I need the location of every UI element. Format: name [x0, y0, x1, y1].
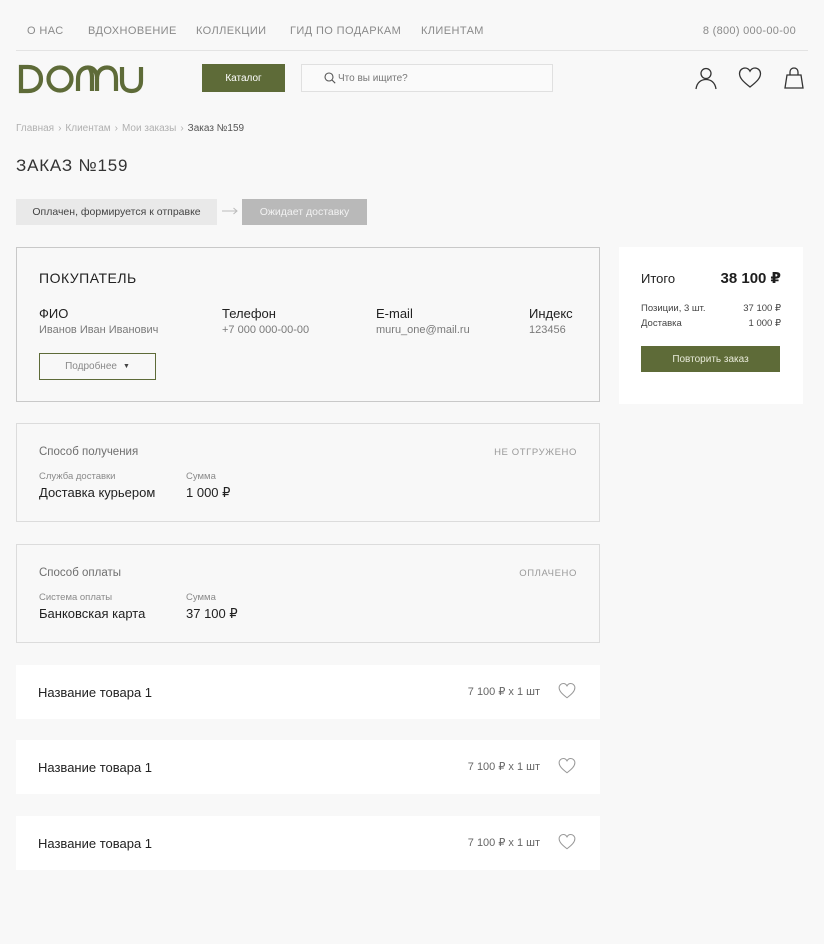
nav-link-collections[interactable]: КОЛЛЕКЦИИ [196, 25, 266, 37]
order-summary: Итого 38 100 ₽ Позиции, 3 шт. 37 100 ₽ Д… [619, 247, 803, 404]
breadcrumb-separator: › [114, 123, 118, 134]
delivery-cost-value: 1 000 ₽ [748, 318, 781, 329]
delivery-cost-label: Доставка [641, 318, 682, 329]
product-row[interactable]: Название товара 1 7 100 ₽ x 1 шт [16, 740, 600, 794]
search-box[interactable] [301, 64, 553, 92]
phone-number[interactable]: 8 (800) 000-00-00 [703, 25, 796, 37]
breadcrumb-my-orders[interactable]: Мои заказы [122, 123, 176, 134]
fio-label: ФИО [39, 306, 69, 321]
buyer-card: ПОКУПАТЕЛЬ ФИО Иванов Иван Иванович Теле… [16, 247, 600, 402]
product-name[interactable]: Название товара 1 [38, 685, 152, 700]
breadcrumb-home[interactable]: Главная [16, 123, 54, 134]
nav-link-inspiration[interactable]: ВДОХНОВЕНИЕ [88, 25, 177, 37]
delivery-title: Способ получения [39, 446, 139, 458]
status-current: Оплачен, формируется к отправке [16, 199, 217, 225]
page-title: ЗАКАЗ №159 [16, 156, 129, 175]
status-next: Ожидает доставку [242, 199, 367, 225]
nav-link-clients[interactable]: КЛИЕНТАМ [421, 25, 484, 37]
heart-icon[interactable] [558, 833, 576, 851]
breadcrumb-clients[interactable]: Клиентам [65, 123, 110, 134]
arrow-right-icon [222, 207, 238, 215]
delivery-card: Способ получения НЕ ОТГРУЖЕНО Служба дос… [16, 423, 600, 522]
payment-card: Способ оплаты ОПЛАЧЕНО Система оплаты Ба… [16, 544, 600, 643]
delivery-sum-label: Сумма [186, 471, 216, 482]
payment-sum-value: 37 100 ₽ [186, 606, 238, 621]
breadcrumb: Главная › Клиентам › Мои заказы › Заказ №159 [16, 123, 244, 134]
breadcrumb-separator: › [58, 123, 62, 134]
top-navigation: О НАС ВДОХНОВЕНИЕ КОЛЛЕКЦИИ ГИД ПО ПОДАР… [16, 0, 808, 51]
logo[interactable] [18, 63, 144, 95]
product-price: 7 100 ₽ x 1 шт [467, 837, 540, 849]
delivery-service-label: Служба доставки [39, 471, 116, 482]
email-value: muru_one@mail.ru [376, 324, 470, 336]
nav-link-gift-guide[interactable]: ГИД ПО ПОДАРКАМ [290, 25, 401, 37]
email-label: E-mail [376, 306, 413, 321]
payment-system-value: Банковская карта [39, 606, 146, 621]
product-name[interactable]: Название товара 1 [38, 836, 152, 851]
user-icon[interactable] [694, 66, 718, 90]
phone-label: Телефон [222, 306, 276, 321]
product-row[interactable]: Название товара 1 7 100 ₽ x 1 шт [16, 665, 600, 719]
product-price: 7 100 ₽ x 1 шт [467, 761, 540, 773]
total-label: Итого [641, 271, 676, 286]
delivery-sum-value: 1 000 ₽ [186, 485, 231, 500]
breadcrumb-current: Заказ №159 [187, 123, 245, 134]
payment-status: ОПЛАЧЕНО [519, 568, 577, 579]
total-value: 38 100 ₽ [720, 270, 781, 287]
caret-down-icon: ▼ [122, 363, 130, 370]
bag-icon[interactable] [782, 66, 806, 90]
search-input[interactable] [338, 72, 538, 84]
phone-value: +7 000 000-00-00 [222, 324, 310, 336]
search-icon [324, 72, 336, 84]
catalog-button[interactable]: Каталог [202, 64, 285, 92]
repeat-order-button[interactable]: Повторить заказ [641, 346, 780, 372]
payment-sum-label: Сумма [186, 592, 216, 603]
more-details-label: Подробнее [65, 361, 117, 372]
buyer-title: ПОКУПАТЕЛЬ [39, 270, 137, 286]
heart-icon[interactable] [558, 757, 576, 775]
delivery-service-value: Доставка курьером [39, 485, 156, 500]
product-row[interactable]: Название товара 1 7 100 ₽ x 1 шт [16, 816, 600, 870]
product-name[interactable]: Название товара 1 [38, 760, 152, 775]
positions-label: Позиции, 3 шт. [641, 303, 706, 314]
positions-value: 37 100 ₽ [743, 303, 781, 314]
index-value: 123456 [529, 324, 566, 336]
product-price: 7 100 ₽ x 1 шт [467, 686, 540, 698]
payment-system-label: Система оплаты [39, 592, 113, 603]
more-details-button[interactable]: Подробнее ▼ [39, 353, 156, 380]
fio-value: Иванов Иван Иванович [39, 324, 159, 336]
payment-title: Способ оплаты [39, 567, 121, 579]
delivery-status: НЕ ОТГРУЖЕНО [494, 447, 577, 458]
index-label: Индекс [529, 306, 573, 321]
nav-link-about[interactable]: О НАС [27, 25, 64, 37]
heart-icon[interactable] [738, 66, 762, 90]
breadcrumb-separator: › [180, 123, 184, 134]
heart-icon[interactable] [558, 682, 576, 700]
